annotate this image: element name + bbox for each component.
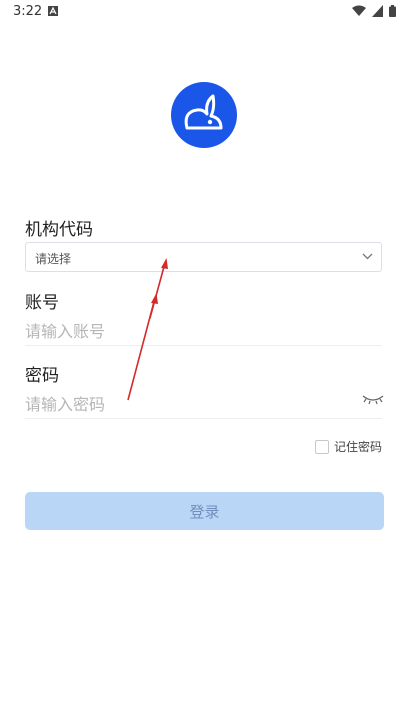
- annotation-arrows: [127, 258, 168, 401]
- annotation-arrow: [127, 258, 168, 401]
